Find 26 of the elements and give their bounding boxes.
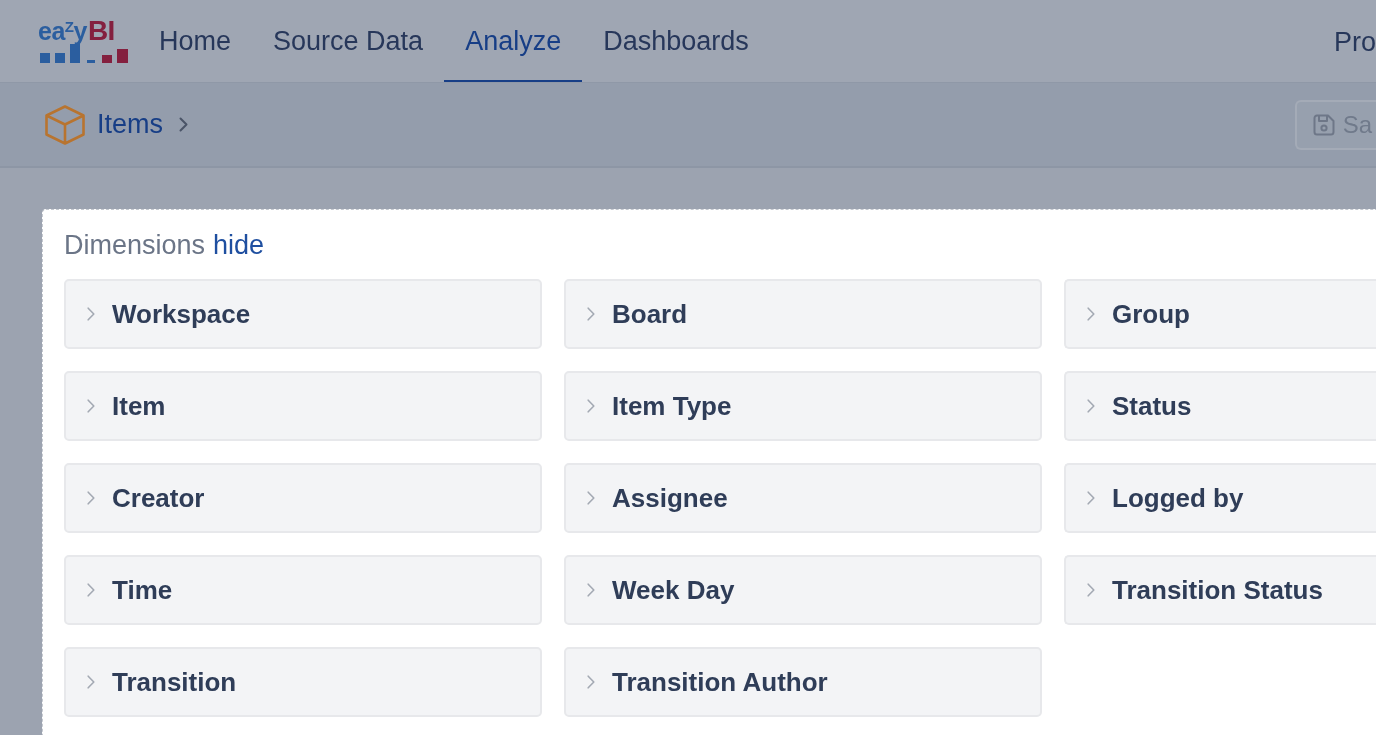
logo-bars-icon bbox=[40, 44, 128, 63]
nav-tab[interactable]: Source Data bbox=[252, 0, 445, 82]
floppy-disk-icon bbox=[1312, 113, 1335, 136]
dimension-item[interactable]: Transition bbox=[64, 647, 542, 717]
dimension-item[interactable]: Group bbox=[1064, 279, 1376, 349]
dimension-item[interactable]: Board bbox=[564, 279, 1042, 349]
dimension-item[interactable]: Time bbox=[64, 555, 542, 625]
cube-icon bbox=[44, 103, 86, 146]
nav-link[interactable]: Pro bbox=[1333, 0, 1376, 82]
dimension-item[interactable]: Item Type bbox=[564, 371, 1042, 441]
hide-link[interactable]: hide bbox=[213, 229, 265, 261]
dimension-item[interactable]: Status bbox=[1064, 371, 1376, 441]
dimension-item[interactable]: Assignee bbox=[564, 463, 1042, 533]
dimension-item[interactable]: Item bbox=[64, 371, 542, 441]
dimension-item[interactable]: Transition Status bbox=[1064, 555, 1376, 625]
panel-title: Dimensions bbox=[64, 229, 206, 261]
logo-text: ea$^{Z}$yBI bbox=[38, 19, 115, 43]
chevron-right-icon bbox=[179, 117, 188, 132]
dimension-item[interactable]: Creator bbox=[64, 463, 542, 533]
dimension-item[interactable]: Workspace bbox=[64, 279, 542, 349]
dimension-item[interactable]: Logged by bbox=[1064, 463, 1376, 533]
breadcrumb-link[interactable]: Items bbox=[97, 109, 163, 140]
dimension-item[interactable]: Transition Author bbox=[564, 647, 1042, 717]
dimension-item[interactable]: Week Day bbox=[564, 555, 1042, 625]
nav-tab[interactable]: Home bbox=[138, 0, 253, 82]
nav-tab[interactable]: Dashboards bbox=[582, 0, 770, 82]
